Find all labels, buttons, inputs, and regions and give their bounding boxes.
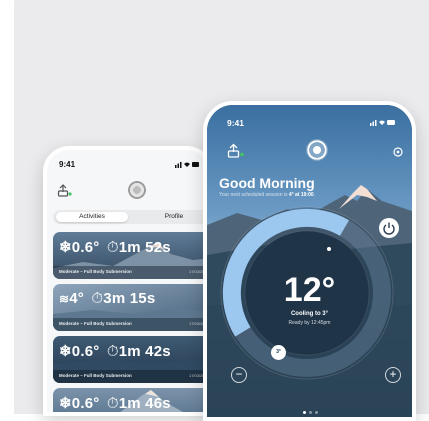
activity-value: ❄0.6° ⏱1m 42s <box>59 342 171 360</box>
activity-card[interactable]: ❄0.6° ⏱1m 42s Moderate – Full Body Subme… <box>53 336 209 383</box>
activity-temp: 0.6° <box>71 239 100 256</box>
waves-icon: ≋ <box>59 292 70 306</box>
tab-activities[interactable]: Activities <box>56 212 128 222</box>
activity-duration: 3m 15s <box>103 290 156 307</box>
activity-duration: 1m 46s <box>118 395 171 412</box>
activity-temp: 0.6° <box>71 395 100 412</box>
page-indicator <box>303 401 321 417</box>
stopwatch-icon: ⏱ <box>91 290 104 307</box>
activity-value: ≋4° ⏱3m 15s <box>59 290 155 307</box>
current-temperature: 12° <box>283 271 336 309</box>
activities-phone: 9:41 Activities Profile ❄0.6° ⏱1m 52s Mo… <box>43 146 213 416</box>
cooling-target: Cooling to 3° <box>290 311 329 317</box>
activity-card[interactable]: ❄0.6° ⏱1m 46s <box>53 388 209 412</box>
signal-wifi-battery-icon <box>175 160 199 170</box>
activity-temp: 0.6° <box>71 343 100 360</box>
activity-value: ❄0.6° ⏱1m 46s <box>59 394 171 412</box>
activity-value: ❄0.6° ⏱1m 52s <box>59 238 171 256</box>
snowflake-icon: ❄ <box>59 239 72 256</box>
status-time: 9:41 <box>59 160 76 169</box>
decrease-temperature-button[interactable]: − <box>231 367 247 383</box>
snowflake-icon: ❄ <box>59 343 72 360</box>
activity-temp: 4° <box>69 290 85 307</box>
activity-subtitle: Moderate – Full Body Submersion <box>59 321 132 326</box>
snowflake-icon: ❄ <box>59 395 72 412</box>
activity-duration: 1m 42s <box>118 343 171 360</box>
segmented-tabs: Activities Profile <box>53 210 209 224</box>
dial-handle[interactable]: 3° <box>271 345 286 360</box>
stopwatch-icon: ⏱ <box>106 395 119 412</box>
dial-indicator-dot <box>327 247 331 251</box>
top-toolbar <box>55 178 209 200</box>
control-phone: 9:41 Good Morning Your next scheduled se… <box>203 101 416 421</box>
stopwatch-icon: ⏱ <box>106 239 119 256</box>
device-connected-icon[interactable] <box>57 182 73 198</box>
brand-logo-icon <box>128 181 146 199</box>
activity-subtitle: Moderate – Full Body Submersion <box>59 269 132 274</box>
tab-profile[interactable]: Profile <box>138 212 209 222</box>
activity-card[interactable]: ❄0.6° ⏱1m 52s Moderate – Full Body Subme… <box>53 232 209 279</box>
activity-card[interactable]: ≋4° ⏱3m 15s Moderate – Full Body Submers… <box>53 284 209 331</box>
ready-time: Ready by 12:45pm <box>288 320 331 326</box>
activity-duration: 1m 52s <box>118 239 171 256</box>
status-bar: 9:41 <box>59 160 199 172</box>
stopwatch-icon: ⏱ <box>106 343 119 360</box>
increase-temperature-button[interactable]: + <box>385 367 401 383</box>
activity-subtitle: Moderate – Full Body Submersion <box>59 373 132 378</box>
